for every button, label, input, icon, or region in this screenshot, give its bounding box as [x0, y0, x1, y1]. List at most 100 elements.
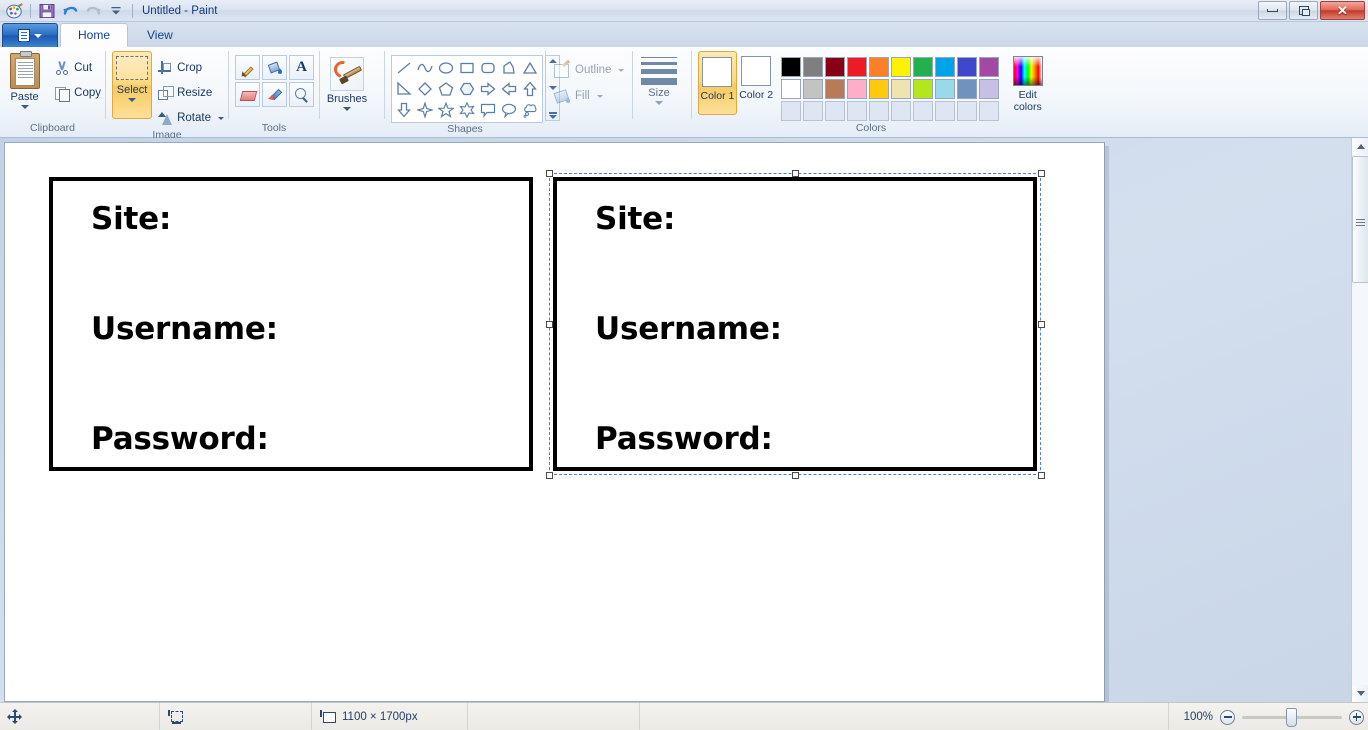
- edit-colors-button[interactable]: Edit colors: [1005, 51, 1050, 113]
- chevron-down-icon[interactable]: [596, 94, 603, 98]
- shape-six-point-star[interactable]: [457, 100, 477, 120]
- shape-down-arrow[interactable]: [394, 100, 414, 120]
- tab-view[interactable]: View: [130, 23, 190, 47]
- shape-polygon[interactable]: [499, 58, 519, 78]
- shape-rounded-rectangle[interactable]: [478, 58, 498, 78]
- resize-handle-e[interactable]: [1038, 321, 1045, 328]
- color-swatch-2-2[interactable]: [825, 79, 846, 99]
- color-swatch-2-5[interactable]: [891, 79, 912, 99]
- outline-button[interactable]: Outline: [554, 59, 625, 81]
- resize-handle-se[interactable]: [1038, 472, 1045, 479]
- shape-left-arrow[interactable]: [499, 79, 519, 99]
- resize-handle-ne[interactable]: [1038, 170, 1045, 177]
- chevron-down-icon[interactable]: [343, 107, 351, 111]
- shape-right-triangle[interactable]: [394, 79, 414, 99]
- scroll-thumb[interactable]: [1352, 156, 1368, 283]
- copy-button[interactable]: Copy: [51, 82, 105, 104]
- chevron-down-icon[interactable]: [128, 98, 137, 102]
- zoom-slider[interactable]: [1242, 707, 1342, 727]
- shape-cloud-callout[interactable]: [520, 100, 540, 120]
- zoom-in-button[interactable]: [1349, 709, 1364, 725]
- resize-handle-nw[interactable]: [546, 170, 553, 177]
- shape-hexagon[interactable]: [457, 79, 477, 99]
- color-swatch-custom-6[interactable]: [913, 101, 934, 121]
- file-menu-button[interactable]: [2, 23, 58, 47]
- color-swatch-2-7[interactable]: [935, 79, 956, 99]
- crop-button[interactable]: Crop: [154, 57, 228, 79]
- color-swatch-1-9[interactable]: [979, 57, 1000, 77]
- fill-tool[interactable]: [262, 55, 287, 80]
- restore-button[interactable]: [1289, 1, 1318, 20]
- color-swatch-custom-7[interactable]: [935, 101, 956, 121]
- customize-qat-icon[interactable]: [106, 1, 126, 20]
- chevron-down-icon[interactable]: [20, 105, 29, 109]
- color-swatch-1-5[interactable]: [891, 57, 912, 77]
- shape-curve[interactable]: [415, 58, 435, 78]
- shape-line[interactable]: [394, 58, 414, 78]
- paint-app-icon[interactable]: [4, 1, 24, 20]
- color-swatch-custom-0[interactable]: [781, 101, 802, 121]
- shape-pentagon[interactable]: [436, 79, 456, 99]
- pencil-tool[interactable]: [235, 55, 260, 80]
- text-tool[interactable]: A: [289, 55, 314, 80]
- color-swatch-2-0[interactable]: [781, 79, 802, 99]
- shape-five-point-star[interactable]: [436, 100, 456, 120]
- shape-diamond[interactable]: [415, 79, 435, 99]
- resize-handle-w[interactable]: [546, 321, 553, 328]
- magnifier-tool[interactable]: [289, 82, 314, 107]
- zoom-slider-thumb[interactable]: [1286, 707, 1297, 727]
- resize-handle-n[interactable]: [792, 170, 799, 177]
- cut-button[interactable]: Cut: [51, 57, 105, 79]
- chevron-down-icon[interactable]: [655, 101, 663, 105]
- shape-rectangle[interactable]: [457, 58, 477, 78]
- paint-canvas[interactable]: Site: Username: Password: Site: Username…: [4, 142, 1105, 702]
- scroll-up-button[interactable]: [1352, 138, 1368, 155]
- color-swatch-2-8[interactable]: [957, 79, 978, 99]
- shape-four-point-star[interactable]: [415, 100, 435, 120]
- eraser-tool[interactable]: [235, 82, 260, 107]
- color-swatch-2-1[interactable]: [803, 79, 824, 99]
- undo-icon[interactable]: [60, 1, 80, 20]
- color-swatch-custom-8[interactable]: [957, 101, 978, 121]
- color-swatch-1-8[interactable]: [957, 57, 978, 77]
- brushes-button[interactable]: Brushes: [320, 55, 374, 111]
- color-swatch-1-3[interactable]: [847, 57, 868, 77]
- size-button[interactable]: Size: [633, 51, 685, 105]
- redo-icon[interactable]: [83, 1, 103, 20]
- paste-button[interactable]: Paste: [0, 51, 49, 109]
- shape-right-arrow[interactable]: [478, 79, 498, 99]
- color-swatch-1-4[interactable]: [869, 57, 890, 77]
- shape-rectangular-callout[interactable]: [478, 100, 498, 120]
- vertical-scrollbar[interactable]: [1351, 138, 1368, 702]
- zoom-out-button[interactable]: [1220, 709, 1235, 725]
- close-button[interactable]: ✕: [1320, 1, 1365, 20]
- color-2-button[interactable]: Color 2: [737, 51, 776, 115]
- color-swatch-custom-3[interactable]: [847, 101, 868, 121]
- color-picker-tool[interactable]: [262, 82, 287, 107]
- minimize-button[interactable]: [1258, 1, 1287, 20]
- password-form-box-left[interactable]: Site: Username: Password:: [49, 177, 533, 471]
- color-swatch-2-3[interactable]: [847, 79, 868, 99]
- color-1-button[interactable]: Color 1: [698, 51, 737, 115]
- chevron-down-icon[interactable]: [218, 116, 224, 120]
- selection-marquee[interactable]: [549, 173, 1041, 475]
- shape-oval[interactable]: [436, 58, 456, 78]
- rotate-button[interactable]: Rotate: [154, 107, 228, 129]
- color-swatch-1-0[interactable]: [781, 57, 802, 77]
- tab-home[interactable]: Home: [60, 23, 129, 47]
- scroll-down-button[interactable]: [1352, 685, 1368, 702]
- shape-up-arrow[interactable]: [520, 79, 540, 99]
- save-icon[interactable]: [37, 1, 57, 20]
- resize-handle-s[interactable]: [792, 472, 799, 479]
- color-swatch-1-1[interactable]: [803, 57, 824, 77]
- shapes-gallery[interactable]: [391, 55, 543, 123]
- shape-triangle[interactable]: [520, 58, 540, 78]
- chevron-down-icon[interactable]: [618, 68, 625, 72]
- color-swatch-2-6[interactable]: [913, 79, 934, 99]
- color-swatch-custom-5[interactable]: [891, 101, 912, 121]
- shape-oval-callout[interactable]: [499, 100, 519, 120]
- color-swatch-1-6[interactable]: [913, 57, 934, 77]
- color-swatch-2-4[interactable]: [869, 79, 890, 99]
- color-swatch-custom-4[interactable]: [869, 101, 890, 121]
- color-swatch-2-9[interactable]: [979, 79, 1000, 99]
